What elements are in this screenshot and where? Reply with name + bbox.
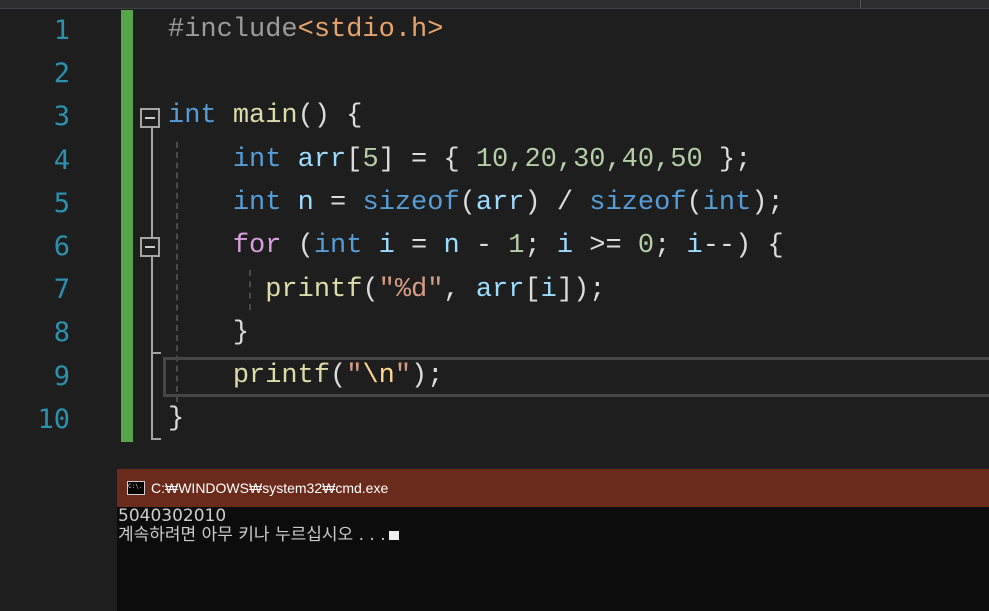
outline-line-main	[151, 128, 153, 238]
console-window[interactable]: C:\. C:₩WINDOWS₩system32₩cmd.exe 5040302…	[117, 469, 989, 611]
line-number: 5	[53, 188, 70, 219]
line-number: 9	[53, 361, 70, 392]
include-directive: #include	[168, 15, 298, 45]
variable: i	[556, 231, 574, 261]
punctuation: --) {	[702, 231, 784, 261]
punctuation: (	[362, 275, 379, 305]
change-tracking-bar	[121, 10, 133, 442]
console-output-line: 5040302010	[118, 506, 227, 526]
punctuation: (	[686, 188, 703, 218]
outline-end-main	[151, 438, 161, 440]
punctuation: );	[751, 188, 784, 218]
string-quote: "	[346, 361, 363, 391]
punctuation: (	[459, 188, 476, 218]
press-any-key-text: 계속하려면 아무 키나 누르십시오 . . .	[118, 525, 386, 545]
punctuation: [	[346, 145, 363, 175]
variable: n	[297, 188, 314, 218]
punctuation: ,	[443, 275, 476, 305]
keyword: int	[232, 145, 282, 175]
variable: i	[540, 275, 557, 305]
line-number: 2	[53, 58, 70, 89]
variable: arr	[297, 145, 347, 175]
control-keyword: for	[232, 231, 282, 261]
keyword: int	[702, 188, 752, 218]
code-line-9[interactable]: printf("\n");	[168, 355, 444, 398]
number: 0	[637, 231, 655, 261]
collapse-for-icon[interactable]	[140, 237, 160, 257]
operator: =	[313, 188, 363, 218]
punctuation: (	[330, 361, 347, 391]
toolbar-separator	[860, 0, 861, 8]
line-number-gutter: 1 2 3 4 5 6 7 8 9 10	[0, 9, 118, 459]
code-line-5[interactable]: int n = sizeof(arr) / sizeof(int);	[168, 182, 784, 225]
console-output: 5040302010 계속하려면 아무 키나 누르십시오 . . .	[117, 507, 399, 545]
line-number: 7	[53, 274, 70, 305]
console-title: C:₩WINDOWS₩system32₩cmd.exe	[151, 480, 389, 496]
code-line-10[interactable]: }	[168, 398, 184, 441]
number: 1	[508, 231, 525, 261]
punctuation: ;	[524, 231, 557, 261]
variable: n	[443, 231, 460, 261]
closing-brace: }	[232, 318, 250, 348]
number-list: 10,20,30,40,50	[475, 145, 703, 175]
punctuation: ;	[654, 231, 687, 261]
string-quote: "	[394, 361, 412, 391]
line-number: 10	[37, 404, 70, 435]
console-cursor	[388, 531, 399, 540]
punctuation: (	[281, 231, 314, 261]
cmd-icon: C:\.	[127, 481, 145, 495]
string-literal: "%d"	[378, 275, 444, 305]
keyword: int	[313, 231, 363, 261]
escape-sequence: \n	[362, 361, 395, 391]
line-number: 8	[53, 317, 70, 348]
operator: =	[394, 231, 444, 261]
operator: -	[459, 231, 509, 261]
punctuation: [	[524, 275, 541, 305]
punctuation: };	[702, 145, 752, 175]
code-line-1[interactable]: #include<stdio.h>	[168, 9, 443, 52]
operator: >=	[573, 231, 638, 261]
line-number: 6	[53, 231, 70, 262]
variable: arr	[475, 188, 525, 218]
punctuation: );	[411, 361, 444, 391]
closing-brace: }	[168, 404, 185, 434]
top-toolbar-strip	[0, 0, 989, 9]
line-number: 3	[53, 101, 70, 132]
punctuation: ] = {	[378, 145, 476, 175]
code-line-8[interactable]: }	[168, 312, 249, 355]
line-number: 1	[53, 15, 70, 46]
variable: i	[378, 231, 395, 261]
collapse-main-icon[interactable]	[140, 108, 160, 128]
punctuation: () {	[297, 101, 363, 131]
outline-line-main-tail	[151, 352, 153, 440]
code-line-4[interactable]: int arr[5] = { 10,20,30,40,50 };	[168, 139, 752, 182]
function-name: printf	[232, 361, 331, 391]
code-line-6[interactable]: for (int i = n - 1; i >= 0; i--) {	[168, 225, 784, 268]
keyword: int	[232, 188, 282, 218]
code-line-7[interactable]: printf("%d", arr[i]);	[168, 269, 605, 312]
include-header: <stdio.h>	[297, 15, 444, 45]
code-line-3[interactable]: int main() {	[168, 95, 362, 138]
keyword: sizeof	[589, 188, 687, 218]
function-name: main	[232, 101, 298, 131]
variable: i	[686, 231, 703, 261]
keyword: int	[168, 101, 217, 131]
line-number: 4	[53, 145, 70, 176]
console-prompt-line: 계속하려면 아무 키나 누르십시오 . . .	[118, 526, 399, 545]
console-title-bar[interactable]: C:\. C:₩WINDOWS₩system32₩cmd.exe	[117, 469, 989, 507]
number: 5	[362, 145, 379, 175]
operator: ) /	[524, 188, 590, 218]
function-name: printf	[265, 275, 363, 305]
punctuation: ]);	[556, 275, 606, 305]
outline-line-for	[151, 257, 153, 352]
variable: arr	[475, 275, 525, 305]
keyword: sizeof	[362, 188, 460, 218]
